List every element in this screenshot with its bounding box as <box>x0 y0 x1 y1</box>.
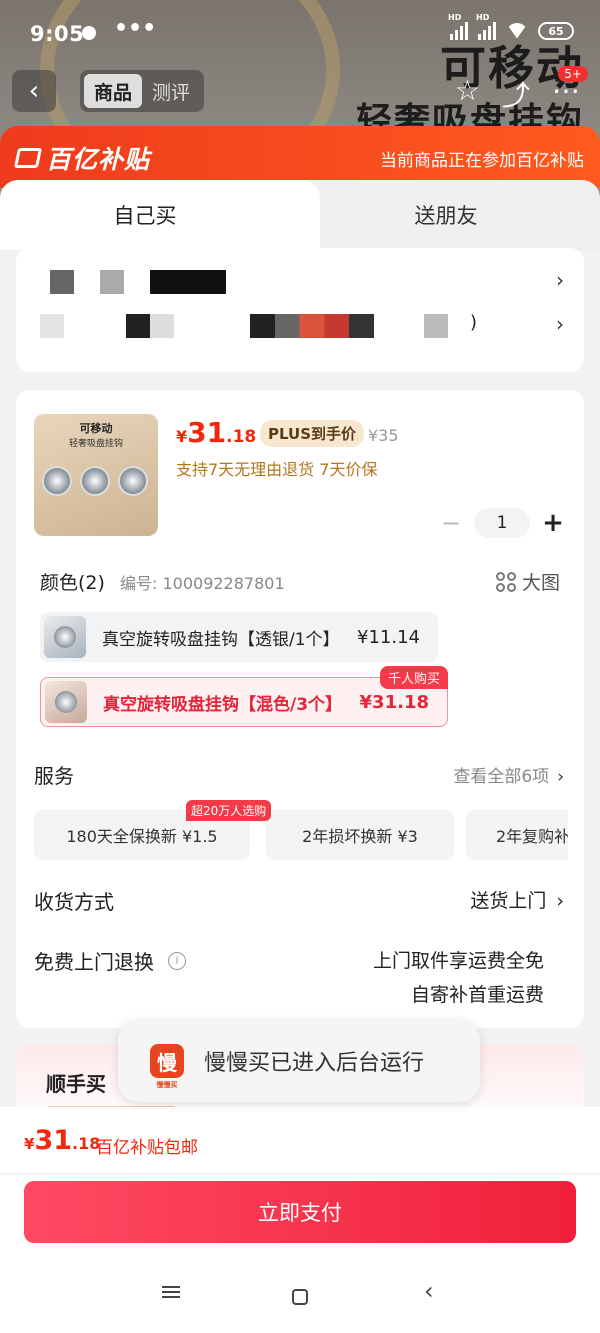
battery-icon: 65 <box>538 22 574 40</box>
address-line-name[interactable]: › <box>48 266 564 296</box>
status-bar: 9:05 ••• HD HD 65 <box>0 0 600 64</box>
dnd-icon <box>82 26 96 40</box>
plus-button[interactable]: + <box>540 508 566 538</box>
checkout-footer: ¥31.18 百亿补贴包邮 立即支付 ‹ <box>0 1107 600 1333</box>
return-label-row: 免费上门退换 i <box>34 946 186 975</box>
plus-price-tag: PLUS到手价 <box>260 420 365 447</box>
quantity-value[interactable]: 1 <box>474 508 530 538</box>
shipping-label: 收货方式 <box>34 890 114 914</box>
divider <box>0 1173 600 1175</box>
subsidy-logo-icon <box>13 148 43 168</box>
signal-icon-2: HD <box>476 13 496 40</box>
tab-self[interactable]: 自己买 <box>0 180 320 250</box>
service-hot-tag: 超20万人选购 <box>186 800 272 821</box>
redacted-block <box>126 314 174 338</box>
product-price: ¥31.18 <box>176 416 257 449</box>
address-card[interactable]: › ) › <box>16 248 584 372</box>
share-icon[interactable]: ⤴ <box>502 74 530 114</box>
quantity-stepper: − 1 + <box>438 508 566 538</box>
chevron-right-icon: › <box>557 767 564 787</box>
option-price: ¥31.18 <box>359 691 429 713</box>
thumbnail-title: 可移动 <box>79 422 113 435</box>
address-line-detail[interactable]: ) › <box>40 310 564 340</box>
back-icon[interactable]: ‹ <box>424 1277 434 1305</box>
redacted-block <box>424 314 448 338</box>
redacted-block <box>100 270 124 294</box>
addon-title: 顺手买 <box>46 1072 106 1096</box>
tab-product[interactable]: 商品 <box>84 74 143 108</box>
app-logo-icon: 慢 慢慢买 <box>150 1044 184 1089</box>
subsidy-logo: 百亿补贴 <box>13 140 150 176</box>
redacted-block <box>40 314 64 338</box>
background-run-toast: 慢 慢慢买 慢慢买已进入后台运行 <box>118 1020 480 1102</box>
tab-review[interactable]: 测评 <box>142 74 200 108</box>
signal-icon: HD <box>448 13 468 40</box>
subsidy-note: 当前商品正在参加百亿补贴 <box>380 151 584 171</box>
option-price: ¥11.14 <box>357 626 420 648</box>
system-navigation-bar: ‹ <box>0 1277 600 1317</box>
pay-now-button[interactable]: 立即支付 <box>24 1181 576 1243</box>
recent-apps-icon[interactable] <box>162 1283 180 1301</box>
service-label: 服务 <box>34 764 74 788</box>
chevron-left-icon: ‹ <box>28 76 40 106</box>
option-name: 真空旋转吸盘挂钩【混色/3个】 <box>103 694 343 715</box>
color-label: 颜色(2) <box>40 572 105 594</box>
product-card: 可移动 轻奢吸盘挂钩 ¥31.18 PLUS到手价 ¥35 支持7天无理由退货 … <box>16 390 584 1028</box>
shipping-note: 百亿补贴包邮 <box>96 1138 198 1158</box>
big-picture-toggle[interactable]: 大图 <box>495 568 560 595</box>
toast-text: 慢慢买已进入后台运行 <box>204 1051 425 1076</box>
cart-badge: 5+ <box>558 66 588 82</box>
option-thumbnail <box>45 681 87 723</box>
redacted-block <box>150 270 226 294</box>
redacted-block <box>250 314 374 338</box>
chevron-right-icon: › <box>556 312 564 336</box>
option-name: 真空旋转吸盘挂钩【透银/1个】 <box>102 629 340 650</box>
grid-icon <box>495 571 516 592</box>
tab-gift[interactable]: 送朋友 <box>292 180 600 250</box>
back-button[interactable]: ‹ <box>12 70 56 112</box>
purchase-tabs: 送朋友 自己买 <box>0 180 600 250</box>
home-icon[interactable] <box>292 1289 308 1305</box>
big-picture-label: 大图 <box>521 572 560 594</box>
service-option[interactable]: 2年损坏换新 ¥3 <box>266 810 454 860</box>
chevron-right-icon: › <box>556 890 564 912</box>
address-tail: ) <box>470 312 478 333</box>
product-tab-switch: 商品 测评 <box>80 70 205 112</box>
hook-image <box>42 466 72 496</box>
subsidy-banner: 百亿补贴 当前商品正在参加百亿补贴 <box>0 126 600 188</box>
hot-sale-tag: 千人购买 <box>379 666 448 689</box>
service-option[interactable]: 2年复购补 <box>466 810 568 860</box>
status-time: 9:05 <box>30 22 85 46</box>
original-price: ¥35 <box>368 426 399 445</box>
hook-image <box>118 466 148 496</box>
shipping-method[interactable]: 送货上门 › <box>470 886 564 913</box>
chevron-right-icon: › <box>556 268 564 292</box>
product-thumbnail[interactable]: 可移动 轻奢吸盘挂钩 <box>34 414 158 536</box>
redacted-block <box>50 270 74 294</box>
option-thumbnail <box>44 616 86 658</box>
product-nav-bar: ‹ 商品 测评 ☆ ⤴ ⋯ 5+ <box>12 66 588 114</box>
return-label: 免费上门退换 <box>34 950 154 974</box>
more-notifications-icon: ••• <box>114 16 157 41</box>
service-options: 180天全保换新 ¥1.5 2年损坏换新 ¥3 2年复购补 <box>34 810 568 860</box>
product-code: 编号: 100092287801 <box>120 574 285 593</box>
total-price: ¥31.18 <box>24 1125 101 1156</box>
minus-button[interactable]: − <box>438 509 464 537</box>
color-option-selected[interactable]: 千人购买 真空旋转吸盘挂钩【混色/3个】 ¥31.18 <box>40 666 448 727</box>
hook-image <box>80 466 110 496</box>
thumbnail-subtitle: 轻奢吸盘挂钩 <box>68 439 123 449</box>
info-icon[interactable]: i <box>168 951 186 970</box>
return-policy-line: 上门取件享运费全免 <box>372 950 544 972</box>
view-all-services[interactable]: 查看全部6项 › <box>453 762 564 787</box>
return-policy-line: 自寄补首重运费 <box>410 984 544 1006</box>
guarantee-text: 支持7天无理由退货 7天价保 <box>176 460 378 479</box>
wifi-icon <box>506 23 528 39</box>
star-icon[interactable]: ☆ <box>455 74 480 114</box>
color-option[interactable]: 真空旋转吸盘挂钩【透银/1个】 ¥11.14 <box>40 612 438 662</box>
